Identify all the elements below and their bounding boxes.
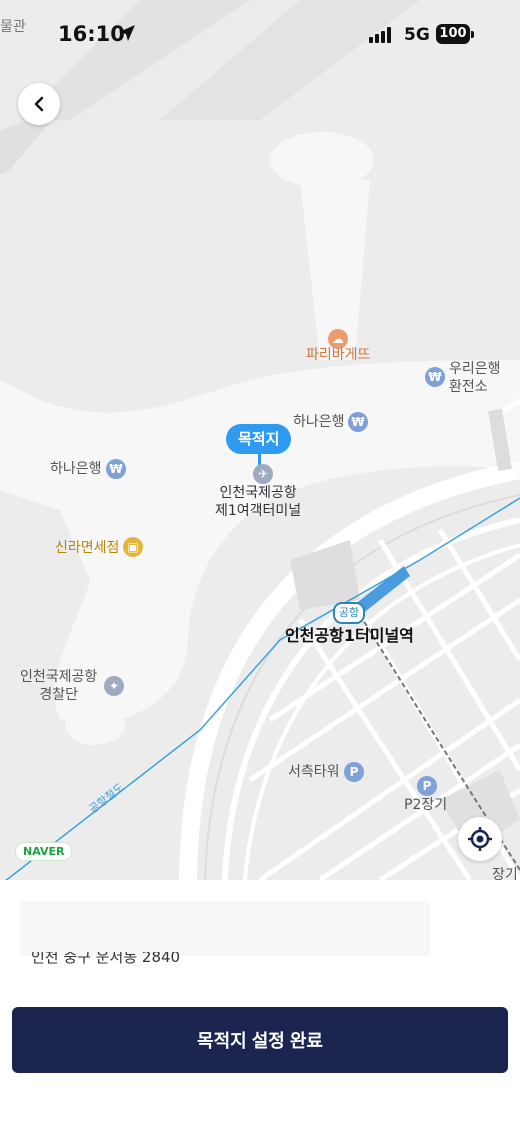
poi-station[interactable]: 인천공항1터미널역 — [285, 627, 414, 645]
poi-shilla[interactable]: 신라면세점 — [55, 539, 119, 557]
crosshair-icon — [468, 827, 492, 851]
bank-icon: ₩ — [106, 459, 126, 479]
confirm-destination-button[interactable]: 목적지 설정 완료 — [12, 1007, 508, 1073]
corner-label: 물관 — [0, 19, 26, 35]
address-text: 인천 중구 운서동 2840 — [31, 952, 180, 968]
poi-seochuk[interactable]: 서측타워 — [288, 763, 340, 781]
poi-long-term[interactable]: 장기 — [492, 866, 518, 880]
airplane-icon: ✈ — [253, 464, 273, 484]
poi-police[interactable]: 인천국제공항 경찰단 — [20, 668, 97, 704]
battery-tip — [471, 31, 474, 38]
poi-terminal[interactable]: 인천국제공항 제1여객터미널 — [215, 484, 301, 520]
poi-p2[interactable]: P2장기 — [404, 796, 447, 814]
poi-paris-baguette[interactable]: 파리바게뜨 — [306, 346, 370, 364]
bank-icon: ₩ — [348, 412, 368, 432]
shopping-bag-icon: ▣ — [123, 537, 143, 557]
poi-hana-bank-2[interactable]: 하나은행 — [50, 460, 102, 478]
bank-icon: ₩ — [425, 367, 445, 387]
poi-hana-bank-1[interactable]: 하나은행 — [293, 413, 345, 431]
status-bar: 물관 16:10 5G 100 — [0, 0, 520, 70]
map-view[interactable]: 물관 16:10 5G 100 ☁ 파리바게뜨 ₩ 우리은행 환전소 하나은행 … — [0, 0, 520, 880]
location-arrow-icon — [119, 25, 135, 41]
battery-icon: 100 — [436, 24, 470, 44]
current-location-button[interactable] — [458, 817, 502, 861]
destination-pin[interactable]: 목적지 — [226, 424, 292, 454]
parking-icon: P — [344, 762, 364, 782]
naver-logo: NAVER — [15, 842, 73, 861]
cellular-signal-icon — [369, 27, 391, 43]
chevron-left-icon — [34, 96, 44, 112]
network-type: 5G — [404, 25, 430, 45]
police-icon: ✦ — [104, 676, 124, 696]
station-badge: 공항 — [333, 602, 365, 624]
bottom-sheet: 인천 중구 운서동 2840 목적지 설정 완료 — [0, 880, 520, 1126]
poi-woori-bank[interactable]: 우리은행 환전소 — [449, 360, 501, 396]
back-button[interactable] — [18, 83, 60, 125]
address-value: 인천 중구 운서동 2840 — [31, 952, 181, 966]
place-name-field[interactable] — [20, 901, 430, 956]
clock: 16:10 — [58, 22, 125, 46]
parking-icon: P — [417, 776, 437, 796]
